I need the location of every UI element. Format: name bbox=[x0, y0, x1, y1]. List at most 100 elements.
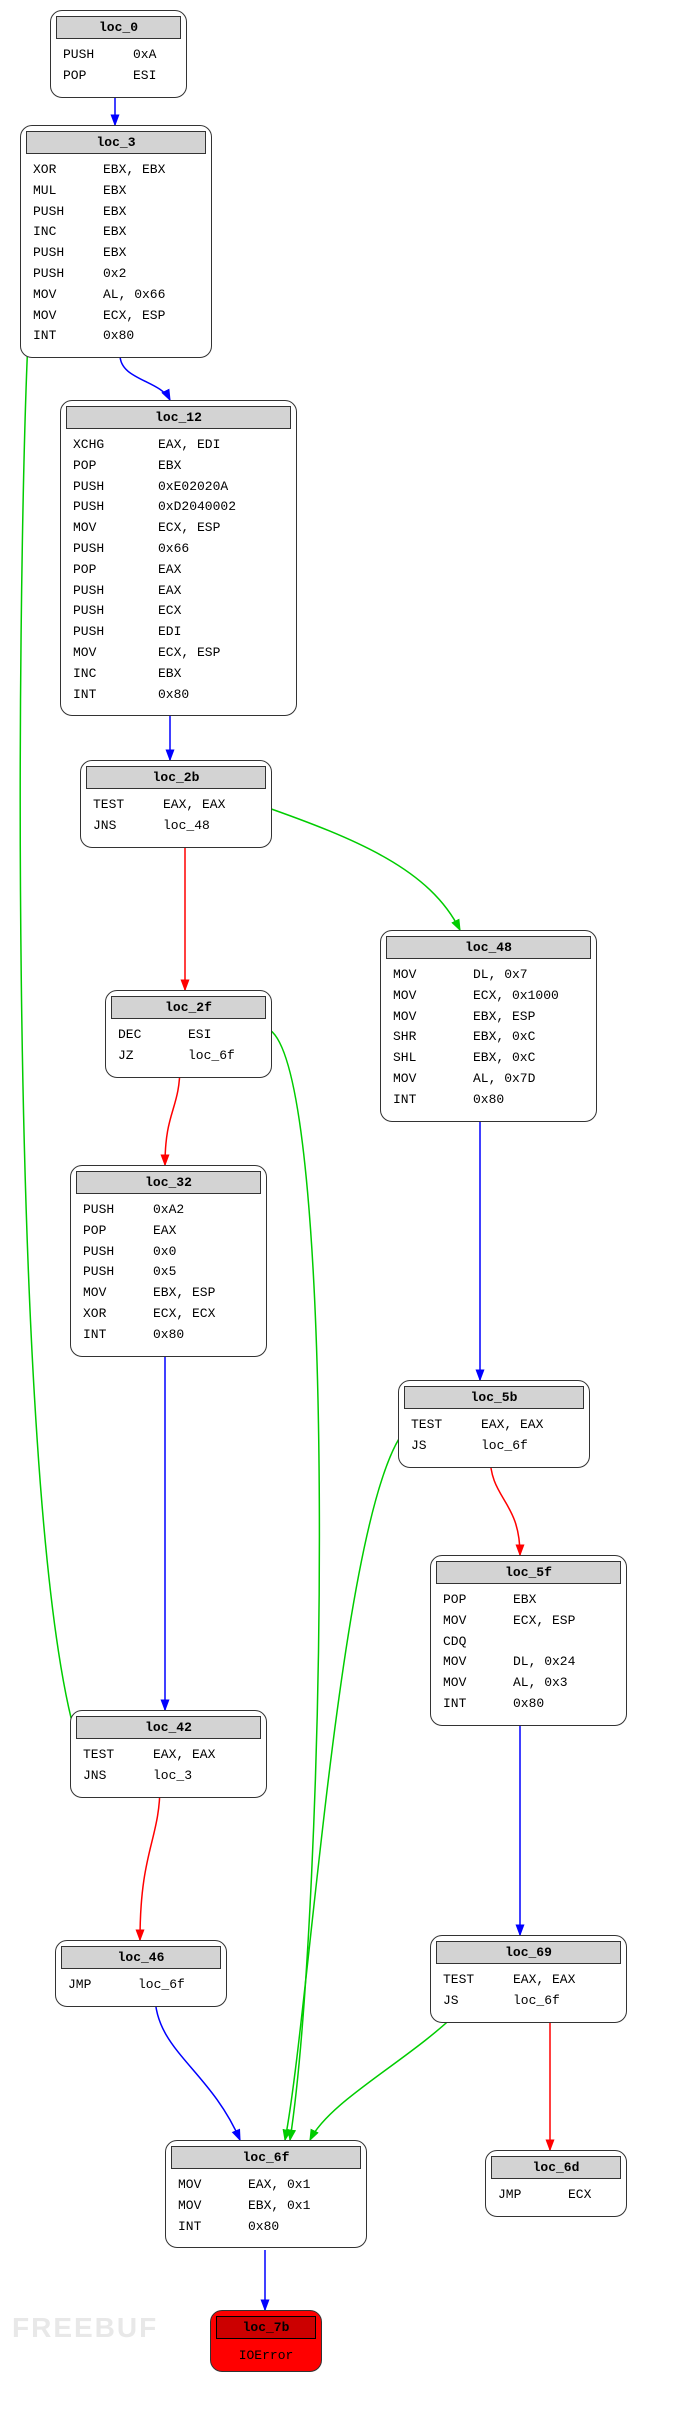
instruction: POPEAX bbox=[83, 1221, 254, 1242]
block-body: POPEBX MOVECX, ESP CDQ MOVDL, 0x24 MOVAL… bbox=[431, 1584, 626, 1725]
block-loc-0[interactable]: loc_0 PUSH0xA POPESI bbox=[50, 10, 187, 98]
edge bbox=[490, 1455, 520, 1555]
block-loc-69[interactable]: loc_69 TESTEAX, EAX JSloc_6f bbox=[430, 1935, 627, 2023]
instruction: MOVAL, 0x66 bbox=[33, 285, 199, 306]
block-body: XOREBX, EBX MULEBX PUSHEBX INCEBX PUSHEB… bbox=[21, 154, 211, 357]
instruction: MOVECX, ESP bbox=[33, 306, 199, 327]
instruction: MOVDL, 0x24 bbox=[443, 1652, 614, 1673]
instruction: MOVDL, 0x7 bbox=[393, 965, 584, 986]
block-body: TESTEAX, EAX JNSloc_3 bbox=[71, 1739, 266, 1797]
block-title: loc_2f bbox=[111, 996, 266, 1019]
instruction: INCEBX bbox=[73, 664, 284, 685]
block-loc-2f[interactable]: loc_2f DECESI JZloc_6f bbox=[105, 990, 272, 1078]
block-title: loc_0 bbox=[56, 16, 181, 39]
block-body: TESTEAX, EAX JSloc_6f bbox=[399, 1409, 589, 1467]
block-body: DECESI JZloc_6f bbox=[106, 1019, 271, 1077]
instruction: PUSH0x0 bbox=[83, 1242, 254, 1263]
instruction: TESTEAX, EAX bbox=[443, 1970, 614, 1991]
instruction: PUSH0xD2040002 bbox=[73, 497, 284, 518]
block-loc-12[interactable]: loc_12 XCHGEAX, EDI POPEBX PUSH0xE02020A… bbox=[60, 400, 297, 716]
block-body: XCHGEAX, EDI POPEBX PUSH0xE02020A PUSH0x… bbox=[61, 429, 296, 715]
instruction: PUSHEDI bbox=[73, 622, 284, 643]
block-title: loc_48 bbox=[386, 936, 591, 959]
block-title: loc_7b bbox=[216, 2316, 316, 2339]
instruction: JNSloc_48 bbox=[93, 816, 259, 837]
edge bbox=[285, 1430, 405, 2140]
instruction: PUSH0x5 bbox=[83, 1262, 254, 1283]
instruction: JNSloc_3 bbox=[83, 1766, 254, 1787]
instruction: MOVEAX, 0x1 bbox=[178, 2175, 354, 2196]
block-title: loc_69 bbox=[436, 1941, 621, 1964]
error-text: IOError bbox=[211, 2344, 321, 2371]
instruction: MULEBX bbox=[33, 181, 199, 202]
instruction: TESTEAX, EAX bbox=[411, 1415, 577, 1436]
instruction: MOVECX, ESP bbox=[73, 518, 284, 539]
instruction: INCEBX bbox=[33, 222, 199, 243]
edge bbox=[310, 2010, 460, 2140]
edge bbox=[260, 805, 460, 930]
instruction: CDQ bbox=[443, 1632, 614, 1653]
block-body: TESTEAX, EAX JSloc_6f bbox=[431, 1964, 626, 2022]
instruction: PUSHECX bbox=[73, 601, 284, 622]
watermark: FREEBUF bbox=[12, 2312, 158, 2344]
block-body: JMPloc_6f bbox=[56, 1969, 226, 2006]
instruction: INT0x80 bbox=[393, 1090, 584, 1111]
instruction: DECESI bbox=[118, 1025, 259, 1046]
block-loc-5f[interactable]: loc_5f POPEBX MOVECX, ESP CDQ MOVDL, 0x2… bbox=[430, 1555, 627, 1726]
instruction: MOVEBX, 0x1 bbox=[178, 2196, 354, 2217]
instruction: POPEBX bbox=[443, 1590, 614, 1611]
block-loc-46[interactable]: loc_46 JMPloc_6f bbox=[55, 1940, 227, 2007]
instruction: INT0x80 bbox=[83, 1325, 254, 1346]
instruction: POPESI bbox=[63, 66, 174, 87]
instruction: PUSH0xE02020A bbox=[73, 477, 284, 498]
instruction: PUSH0x2 bbox=[33, 264, 199, 285]
instruction: XORECX, ECX bbox=[83, 1304, 254, 1325]
edge bbox=[165, 1065, 180, 1165]
instruction: INT0x80 bbox=[178, 2217, 354, 2238]
instruction: MOVAL, 0x7D bbox=[393, 1069, 584, 1090]
edge bbox=[270, 1030, 319, 2140]
edge bbox=[155, 1995, 240, 2140]
cfg-canvas: FREEBUF loc_0 PUSH0xA POPESI loc_3 XOREB… bbox=[10, 10, 680, 2414]
instruction: POPEBX bbox=[73, 456, 284, 477]
block-loc-5b[interactable]: loc_5b TESTEAX, EAX JSloc_6f bbox=[398, 1380, 590, 1468]
instruction: MOVECX, ESP bbox=[73, 643, 284, 664]
block-title: loc_6d bbox=[491, 2156, 621, 2179]
instruction: TESTEAX, EAX bbox=[83, 1745, 254, 1766]
block-title: loc_32 bbox=[76, 1171, 261, 1194]
instruction: JSloc_6f bbox=[443, 1991, 614, 2012]
block-body: TESTEAX, EAX JNSloc_48 bbox=[81, 789, 271, 847]
block-title: loc_3 bbox=[26, 131, 206, 154]
instruction: PUSH0xA2 bbox=[83, 1200, 254, 1221]
instruction: MOVECX, 0x1000 bbox=[393, 986, 584, 1007]
block-title: loc_6f bbox=[171, 2146, 361, 2169]
instruction: PUSH0xA bbox=[63, 45, 174, 66]
block-title: loc_12 bbox=[66, 406, 291, 429]
block-loc-32[interactable]: loc_32 PUSH0xA2 POPEAX PUSH0x0 PUSH0x5 M… bbox=[70, 1165, 267, 1357]
instruction: MOVEBX, ESP bbox=[393, 1007, 584, 1028]
block-title: loc_5b bbox=[404, 1386, 584, 1409]
instruction: SHLEBX, 0xC bbox=[393, 1048, 584, 1069]
instruction: INT0x80 bbox=[443, 1694, 614, 1715]
edge bbox=[140, 1785, 160, 1940]
block-loc-6d[interactable]: loc_6d JMPECX bbox=[485, 2150, 627, 2217]
block-loc-6f[interactable]: loc_6f MOVEAX, 0x1 MOVEBX, 0x1 INT0x80 bbox=[165, 2140, 367, 2248]
block-body: MOVDL, 0x7 MOVECX, 0x1000 MOVEBX, ESP SH… bbox=[381, 959, 596, 1121]
block-title: loc_2b bbox=[86, 766, 266, 789]
instruction: JMPECX bbox=[498, 2185, 614, 2206]
block-loc-3[interactable]: loc_3 XOREBX, EBX MULEBX PUSHEBX INCEBX … bbox=[20, 125, 212, 358]
block-loc-42[interactable]: loc_42 TESTEAX, EAX JNSloc_3 bbox=[70, 1710, 267, 1798]
block-loc-7b[interactable]: loc_7b IOError bbox=[210, 2310, 322, 2372]
block-body: PUSH0xA POPESI bbox=[51, 39, 186, 97]
block-title: loc_5f bbox=[436, 1561, 621, 1584]
block-loc-2b[interactable]: loc_2b TESTEAX, EAX JNSloc_48 bbox=[80, 760, 272, 848]
instruction: SHREBX, 0xC bbox=[393, 1027, 584, 1048]
block-title: loc_46 bbox=[61, 1946, 221, 1969]
block-title: loc_42 bbox=[76, 1716, 261, 1739]
block-loc-48[interactable]: loc_48 MOVDL, 0x7 MOVECX, 0x1000 MOVEBX,… bbox=[380, 930, 597, 1122]
instruction: TESTEAX, EAX bbox=[93, 795, 259, 816]
instruction: POPEAX bbox=[73, 560, 284, 581]
instruction: MOVAL, 0x3 bbox=[443, 1673, 614, 1694]
instruction: JMPloc_6f bbox=[68, 1975, 214, 1996]
instruction: MOVEBX, ESP bbox=[83, 1283, 254, 1304]
